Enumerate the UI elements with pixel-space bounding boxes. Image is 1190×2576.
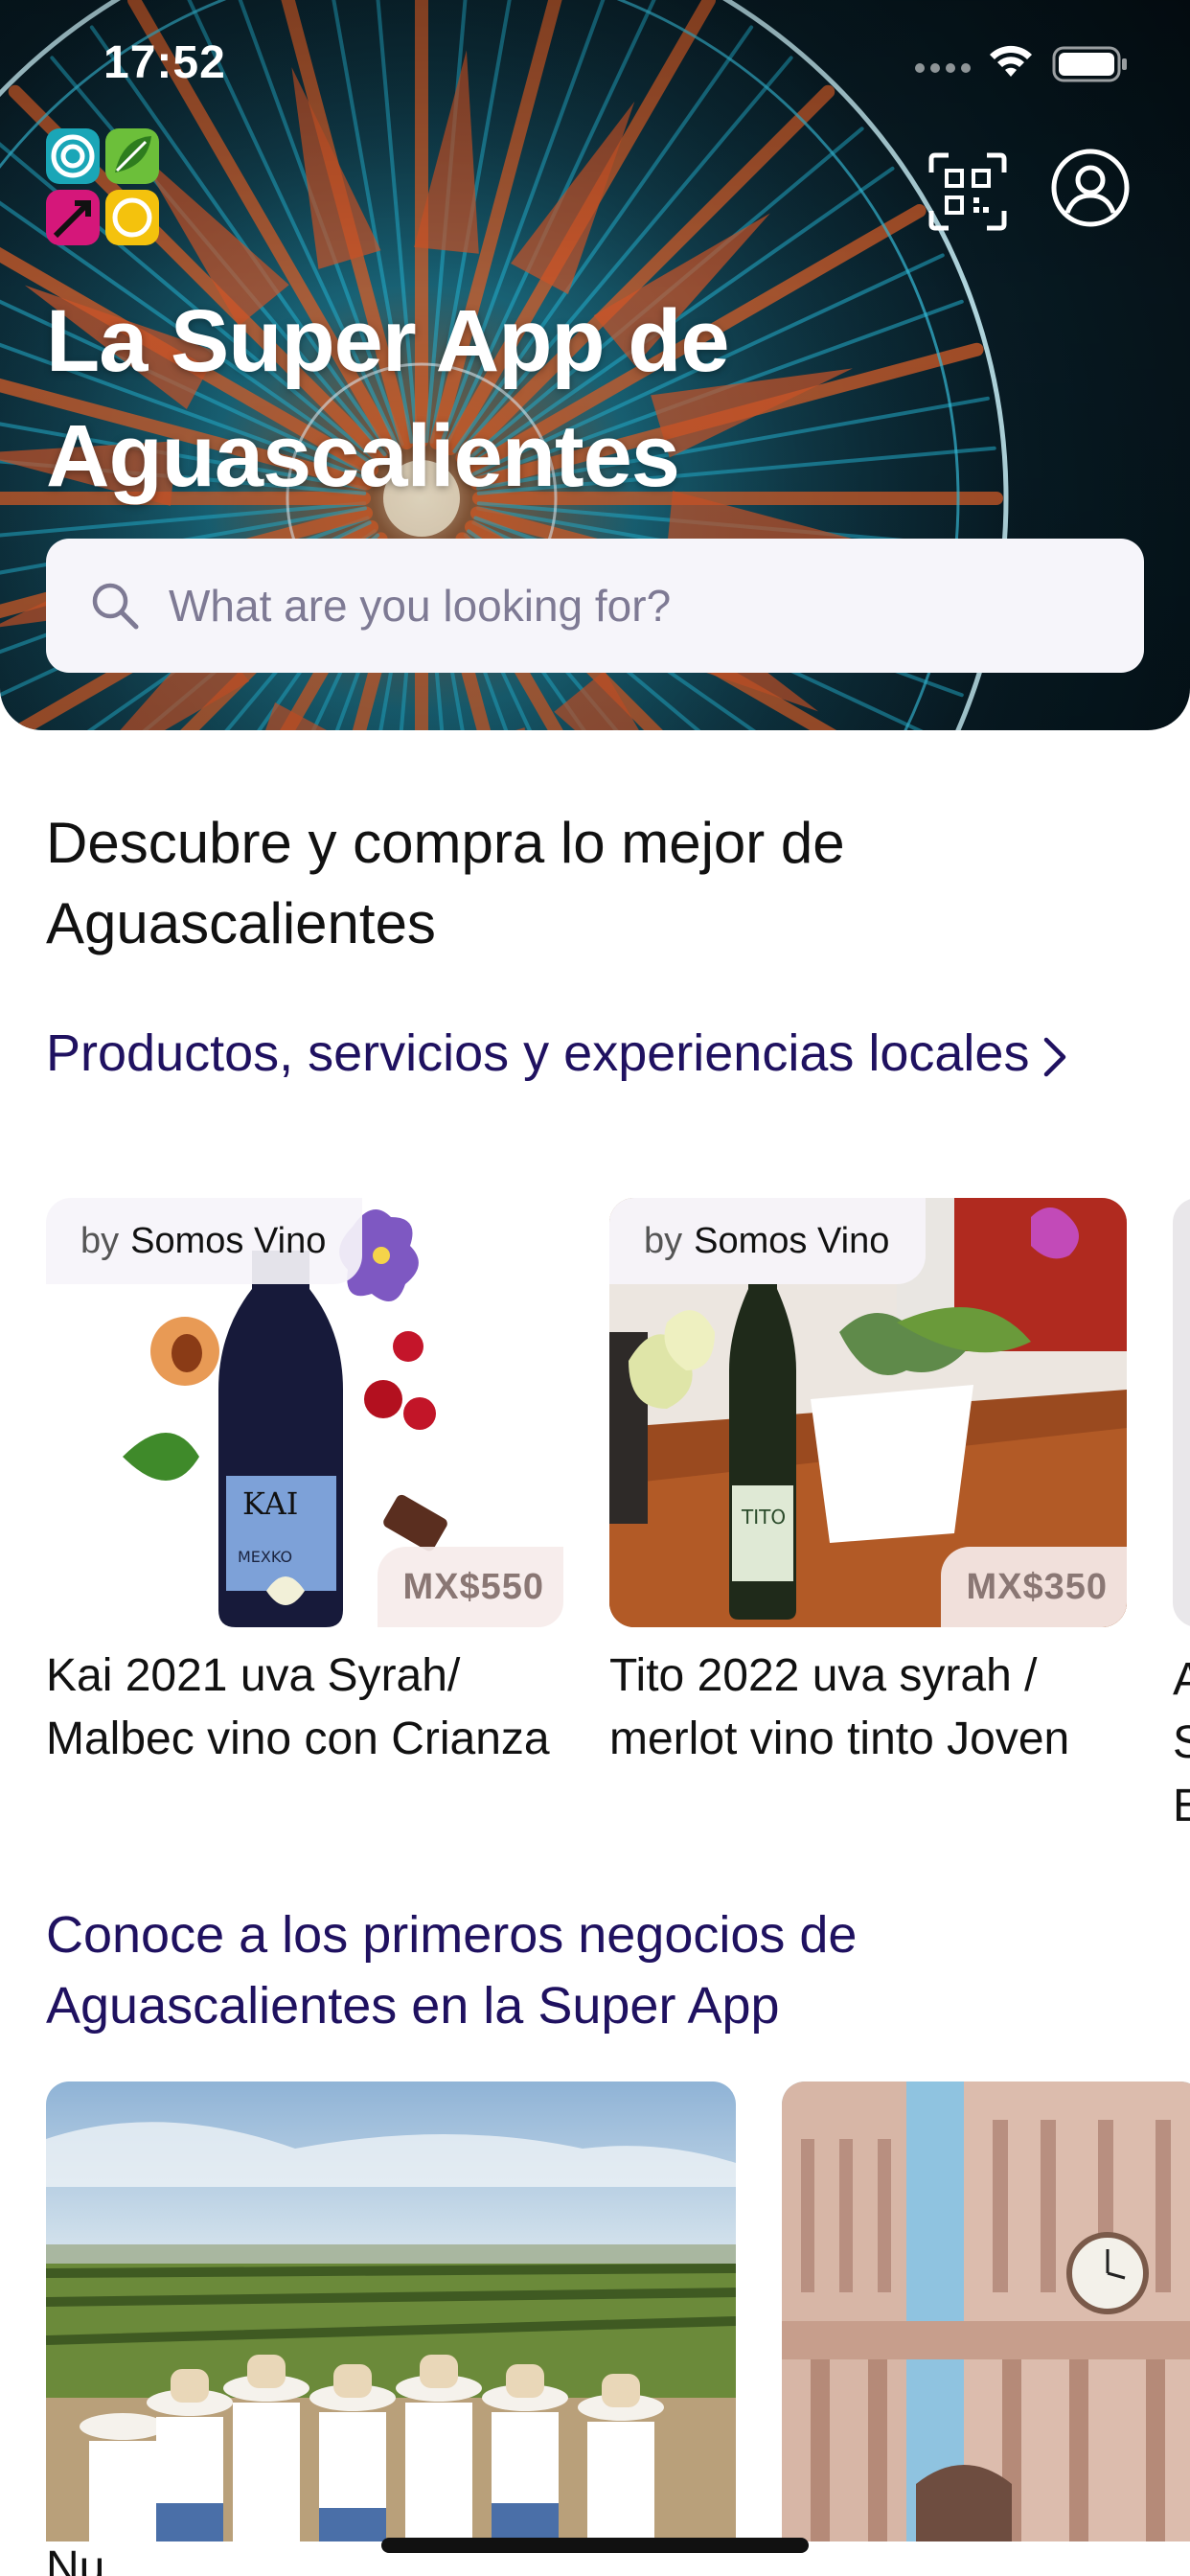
search-input[interactable] xyxy=(169,539,1108,673)
product-name: Kai 2021 uva Syrah/ Malbec vino con Cria… xyxy=(46,1650,550,1764)
profile-icon[interactable] xyxy=(1050,148,1131,228)
chevron-right-icon xyxy=(1044,1037,1066,1076)
intro-heading: Descubre y compra lo mejor de Aguascalie… xyxy=(46,811,845,955)
product-name-peek: A S E xyxy=(1173,1654,1190,1831)
vendor-name: Somos Vino xyxy=(694,1220,890,1261)
search-icon xyxy=(92,583,139,630)
vendor-badge: by Somos Vino xyxy=(609,1198,927,1284)
product-image: KAI MEXKO by Somos Vino MX$550 xyxy=(46,1198,563,1627)
product-card[interactable]: TITO by Somos Vino MX$350 Tito 2022 uva … xyxy=(609,1198,1127,1771)
products-section-link[interactable]: Productos, servicios y experiencias loca… xyxy=(46,1018,1119,1089)
business-card[interactable] xyxy=(782,2082,1190,2542)
cathedral-photo xyxy=(782,2082,1190,2542)
svg-text:MEXKO: MEXKO xyxy=(238,1548,292,1566)
product-image: TITO by Somos Vino MX$350 xyxy=(609,1198,1127,1627)
search-bar[interactable] xyxy=(46,539,1144,673)
status-time: 17:52 xyxy=(103,37,226,88)
products-section-title: Productos, servicios y experiencias loca… xyxy=(46,1024,1030,1082)
home-screen: 17:52 La Super App de Aguascalientes Wha… xyxy=(0,0,1190,2576)
vendor-badge: by Somos Vino xyxy=(46,1198,363,1284)
business-section-title: Conoce a los primeros negocios de Aguasc… xyxy=(46,1906,858,2035)
price-badge: MX$350 xyxy=(941,1547,1127,1627)
hero-banner: 17:52 La Super App de Aguascalientes Wha… xyxy=(0,0,1190,730)
app-logo[interactable] xyxy=(46,128,159,247)
product-card-peek[interactable] xyxy=(1173,1198,1190,1627)
business-name: Nu xyxy=(46,2542,105,2576)
page-title: La Super App de Aguascalientes xyxy=(46,292,730,505)
vineyard-photo xyxy=(46,2082,736,2542)
cellular-signal-icon xyxy=(915,63,971,73)
vendor-prefix: by xyxy=(80,1220,120,1261)
home-indicator[interactable] xyxy=(381,2538,809,2553)
battery-icon xyxy=(1052,46,1127,82)
product-card[interactable]: KAI MEXKO by Somos Vino MX$550 Kai 2021 … xyxy=(46,1198,563,1771)
svg-text:TITO: TITO xyxy=(741,1506,786,1529)
wifi-icon xyxy=(990,45,1032,77)
price-badge: MX$550 xyxy=(378,1547,563,1627)
status-bar: 17:52 xyxy=(0,0,1190,126)
svg-text:KAI: KAI xyxy=(242,1485,298,1522)
vendor-name: Somos Vino xyxy=(130,1220,327,1261)
business-card[interactable] xyxy=(46,2082,736,2542)
qr-scan-icon[interactable] xyxy=(927,151,1008,232)
product-name: Tito 2022 uva syrah / merlot vino tinto … xyxy=(609,1650,1070,1764)
products-carousel[interactable]: KAI MEXKO by Somos Vino MX$550 Kai 2021 … xyxy=(0,1198,1190,1831)
business-carousel[interactable] xyxy=(0,2082,1190,2542)
vendor-prefix: by xyxy=(644,1220,683,1261)
